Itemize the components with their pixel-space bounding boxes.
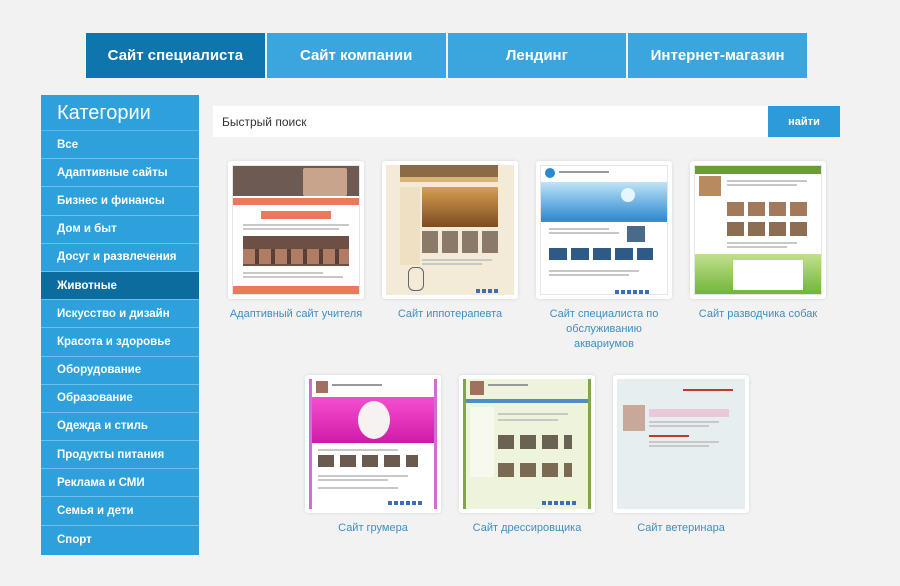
search-input[interactable]: Быстрый поиск	[213, 106, 768, 137]
template-thumbnail[interactable]	[536, 161, 672, 299]
sidebar-item-sport[interactable]: Спорт	[41, 526, 199, 554]
sidebar-item-adaptive[interactable]: Адаптивные сайты	[41, 159, 199, 188]
template-caption[interactable]: Сайт специалиста по обслуживанию аквариу…	[536, 307, 672, 352]
template-card[interactable]: Адаптивный сайт учителя	[228, 161, 364, 322]
template-caption[interactable]: Сайт разводчика собак	[690, 307, 826, 322]
template-thumbnail[interactable]	[228, 161, 364, 299]
template-card[interactable]: Сайт дрессировщика	[459, 375, 595, 536]
template-caption[interactable]: Сайт иппотерапевта	[382, 307, 518, 322]
template-caption[interactable]: Сайт грумера	[305, 521, 441, 536]
sidebar-item-food[interactable]: Продукты питания	[41, 441, 199, 470]
template-caption[interactable]: Адаптивный сайт учителя	[228, 307, 364, 322]
template-thumbnail[interactable]	[305, 375, 441, 513]
sidebar-item-equipment[interactable]: Оборудование	[41, 357, 199, 385]
template-caption[interactable]: Сайт ветеринара	[613, 521, 749, 536]
sidebar-item-clothing[interactable]: Одежда и стиль	[41, 413, 199, 442]
template-card[interactable]: Сайт грумера	[305, 375, 441, 536]
template-thumbnail[interactable]	[613, 375, 749, 513]
sidebar-item-home[interactable]: Дом и быт	[41, 216, 199, 244]
sidebar-item-all[interactable]: Все	[41, 131, 199, 160]
sidebar-item-business[interactable]: Бизнес и финансы	[41, 187, 199, 216]
template-card[interactable]: Сайт ветеринара	[613, 375, 749, 536]
sidebar-item-beauty[interactable]: Красота и здоровье	[41, 328, 199, 357]
template-caption[interactable]: Сайт дрессировщика	[459, 521, 595, 536]
tab-online-store[interactable]: Интернет-магазин	[628, 33, 807, 78]
tab-landing[interactable]: Лендинг	[447, 33, 629, 78]
template-card[interactable]: Сайт иппотерапевта	[382, 161, 518, 322]
sidebar-item-family[interactable]: Семья и дети	[41, 497, 199, 526]
sidebar-item-media[interactable]: Реклама и СМИ	[41, 469, 199, 498]
categories-sidebar: Категории Все Адаптивные сайты Бизнес и …	[41, 95, 199, 555]
top-tabs: Сайт специалиста Сайт компании Лендинг И…	[86, 33, 807, 78]
template-thumbnail[interactable]	[382, 161, 518, 299]
sidebar-item-education[interactable]: Образование	[41, 385, 199, 413]
search-button[interactable]: найти	[768, 106, 840, 137]
template-card[interactable]: Сайт разводчика собак	[690, 161, 826, 322]
sidebar-item-leisure[interactable]: Досуг и развлечения	[41, 244, 199, 272]
template-thumbnail[interactable]	[459, 375, 595, 513]
tab-specialist-site[interactable]: Сайт специалиста	[86, 33, 267, 78]
tab-company-site[interactable]: Сайт компании	[266, 33, 448, 78]
template-card[interactable]: Сайт специалиста по обслуживанию аквариу…	[536, 161, 672, 352]
sidebar-title: Категории	[41, 95, 199, 131]
sidebar-item-animals[interactable]: Животные	[41, 271, 199, 301]
sidebar-item-art[interactable]: Искусство и дизайн	[41, 300, 199, 329]
template-thumbnail[interactable]	[690, 161, 826, 299]
